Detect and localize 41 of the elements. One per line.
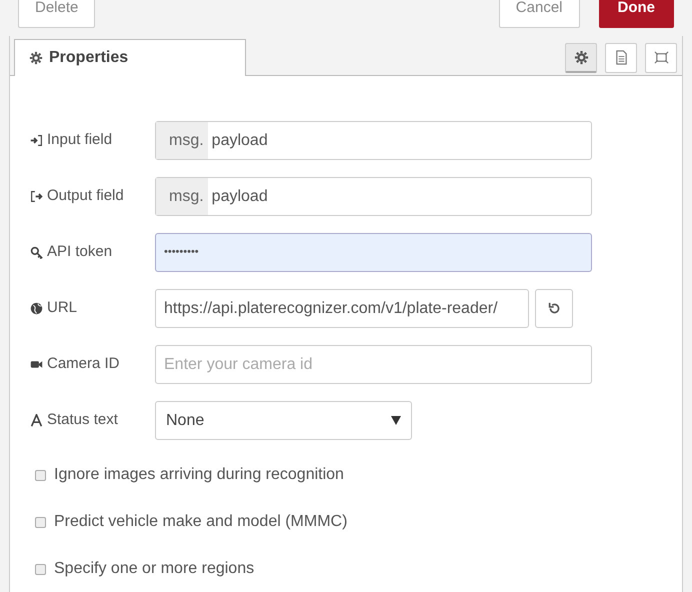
checkbox-label: Ignore images arriving during recognition [54,465,344,485]
field-label: URL [47,298,78,318]
reset-button[interactable] [535,289,573,328]
frame-icon [654,50,668,65]
password-field[interactable]: ••••••••• [156,234,591,271]
font-icon [30,414,43,427]
checkbox-label: Predict vehicle make and model (MMMC) [54,512,348,532]
input-field[interactable]: payload [208,122,591,159]
sign-in-icon [30,134,43,147]
field-label: API token [47,242,112,262]
field-label: Input field [47,130,112,150]
checkbox[interactable] [35,516,46,528]
refresh-icon [548,302,560,315]
prefix-label: msg. [156,178,208,215]
prefix-label: msg. [156,122,208,159]
field-label: Camera ID [47,354,120,374]
camera-id-field[interactable]: Enter your camera id [156,346,591,383]
checkbox-label: Specify one or more regions [54,559,254,579]
input-field[interactable]: payload [208,178,591,215]
gear-icon [29,51,43,65]
field-label: Status text [47,410,118,430]
gear-icon [574,50,588,64]
document-icon [614,50,628,65]
caret-icon [391,416,401,425]
typed-input[interactable]: msg. payload [155,121,592,160]
key-icon [30,246,43,259]
tab-tool-button[interactable] [645,42,677,72]
field-label: Output field [47,186,124,206]
globe-icon [30,302,43,315]
cancel-button[interactable]: Cancel [498,0,580,28]
tab-tool-button[interactable] [565,42,597,72]
typed-input[interactable]: msg. payload [155,177,592,216]
done-button[interactable]: Done [598,0,674,28]
properties-tab[interactable]: Properties [14,39,246,76]
url-field[interactable]: https://api.platerecognizer.com/v1/plate-reader/ [156,290,528,327]
delete-button[interactable]: Delete [18,0,96,28]
tab-tool-button[interactable] [605,42,637,72]
checkbox[interactable] [35,564,46,574]
checkbox[interactable] [35,470,46,480]
sign-out-icon [30,190,43,203]
select-dropdown[interactable]: None [155,401,412,440]
